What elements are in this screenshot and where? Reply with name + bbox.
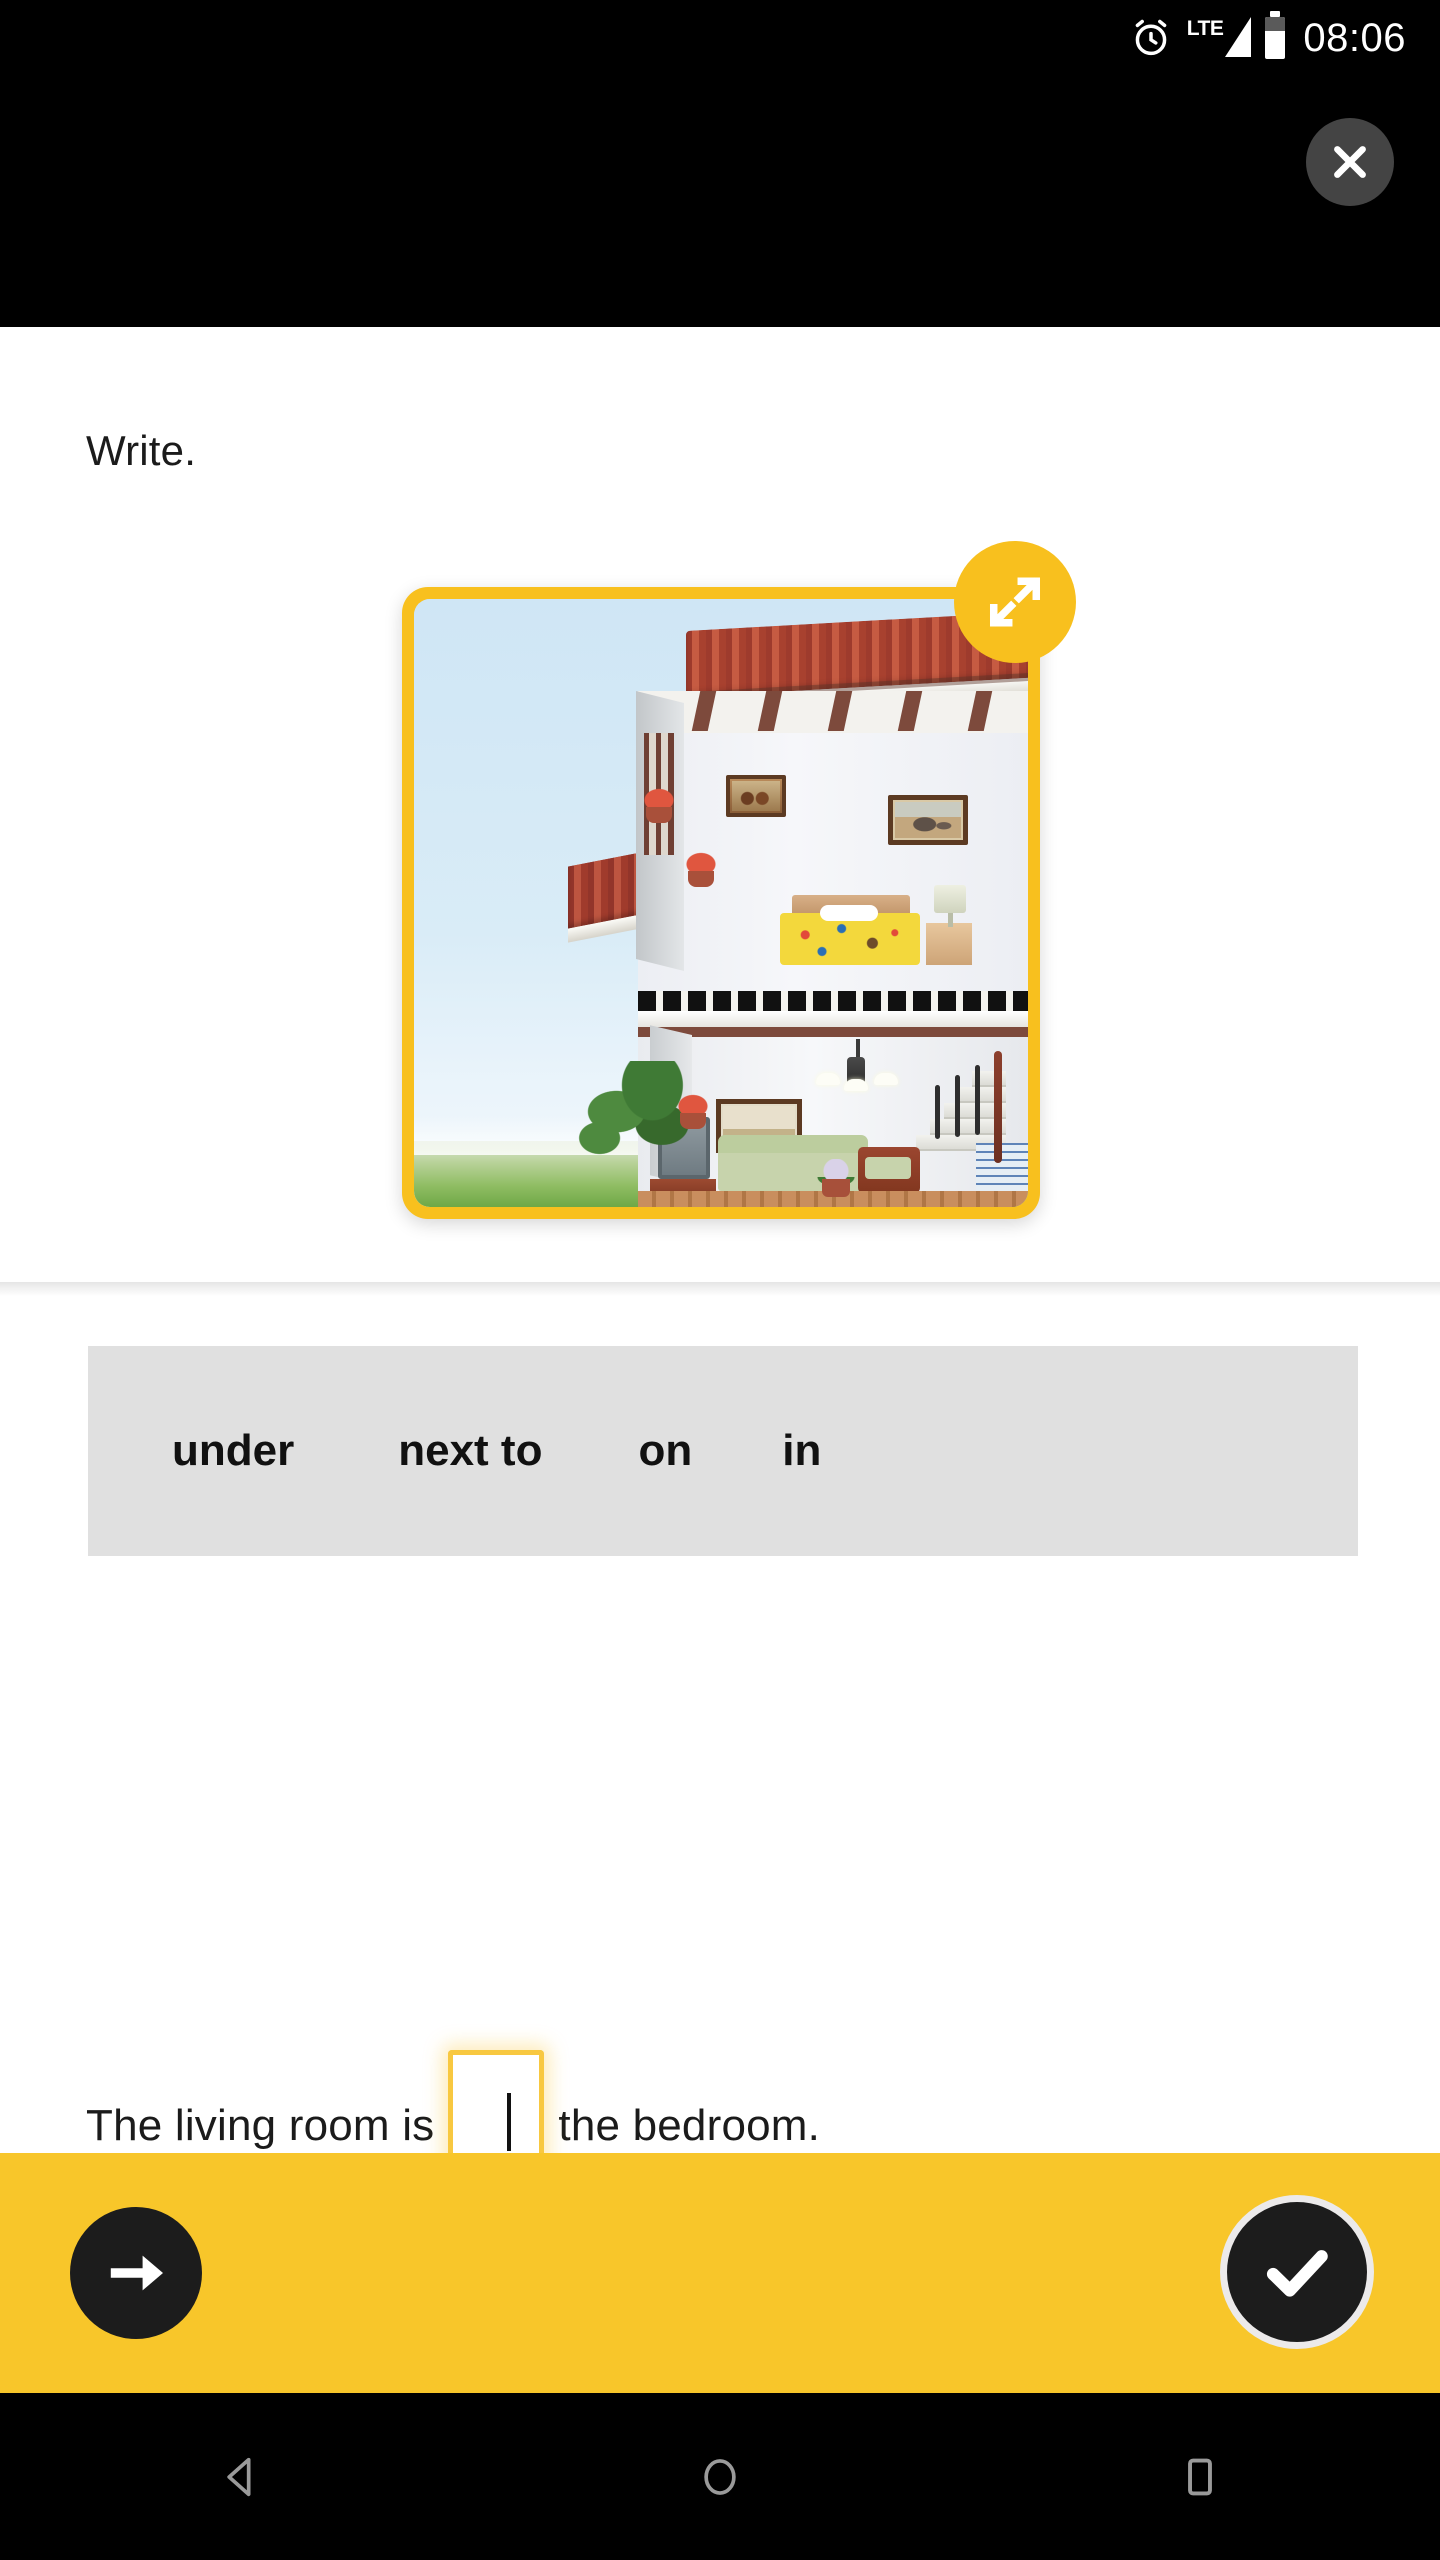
square-recents-icon [1188, 2458, 1212, 2495]
house-illustration [414, 599, 1028, 1207]
word-bank-item[interactable]: on [638, 1426, 692, 1476]
expand-icon [989, 577, 1041, 627]
status-icons: LTE 08:06 [1129, 10, 1406, 66]
exercise-content: Write. under next to on in The living ro… [0, 327, 1440, 2202]
expand-image-button[interactable] [954, 541, 1076, 663]
word-bank: under next to on in [88, 1346, 1358, 1556]
exercise-image-card[interactable] [402, 541, 1076, 1219]
nav-home-button[interactable] [660, 2417, 780, 2537]
word-bank-item[interactable]: in [782, 1426, 821, 1476]
instruction-text: Write. [86, 427, 197, 474]
lte-label: LTE [1186, 17, 1224, 40]
status-bar: LTE 08:06 [0, 0, 1440, 327]
text-caret [507, 2092, 512, 2151]
word-bank-item[interactable]: under [172, 1426, 294, 1476]
triangle-back-icon [227, 2457, 251, 2496]
close-icon [1334, 146, 1366, 178]
check-icon [1266, 2250, 1328, 2297]
sentence-before-text: The living room is [86, 2101, 435, 2150]
app-screen: LTE 08:06 Write. under next to on in The… [0, 0, 1440, 2560]
alarm-icon [1129, 16, 1173, 60]
android-nav-bar [0, 2393, 1440, 2560]
status-clock: 08:06 [1303, 16, 1406, 60]
nav-back-button[interactable] [180, 2417, 300, 2537]
battery-icon [1265, 10, 1286, 59]
section-divider [0, 1282, 1440, 1296]
action-bar [0, 2153, 1440, 2393]
lte-signal-icon: LTE [1187, 17, 1252, 59]
arrow-right-icon [110, 2255, 163, 2291]
word-bank-item[interactable]: next to [398, 1426, 542, 1476]
check-button[interactable] [1220, 2195, 1374, 2349]
signal-bars [1225, 17, 1252, 57]
sentence-after-text: the bedroom. [558, 2101, 821, 2150]
circle-home-icon [704, 2458, 736, 2495]
nav-recents-button[interactable] [1140, 2417, 1260, 2537]
close-button[interactable] [1306, 118, 1394, 206]
next-button[interactable] [70, 2207, 202, 2339]
